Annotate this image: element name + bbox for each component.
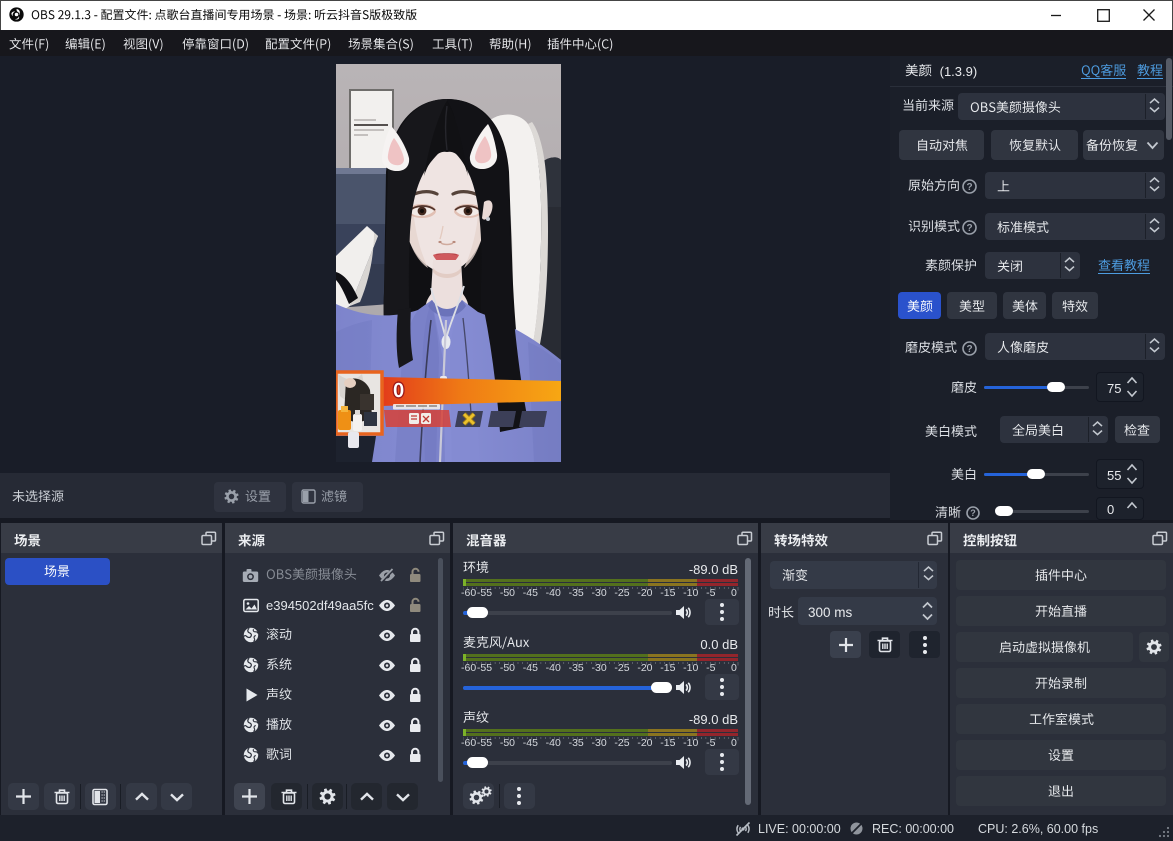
svg-text:?: ? (966, 182, 972, 193)
svg-text:?: ? (970, 508, 976, 518)
svg-text:?: ? (966, 344, 972, 355)
svg-text:?: ? (966, 223, 972, 234)
